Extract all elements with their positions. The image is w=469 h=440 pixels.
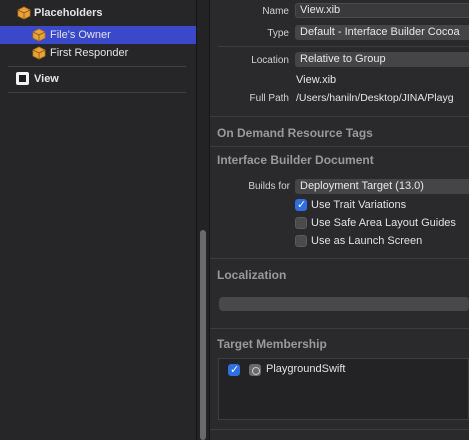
builds-for-label: Builds for [248, 181, 290, 192]
view-label: View [34, 73, 59, 85]
target-playgroundswift-checkbox[interactable] [228, 363, 240, 376]
files-owner-label: File's Owner [50, 29, 111, 41]
use-safe-area-checkbox[interactable] [295, 217, 307, 229]
launch-screen-label: Use as Launch Screen [311, 235, 423, 247]
outline-item-view[interactable]: View [0, 70, 196, 88]
separator [218, 46, 469, 47]
app-target-icon [249, 364, 261, 376]
separator [210, 328, 469, 329]
target-membership-list: PlaygroundSwift [218, 358, 469, 420]
separator [210, 116, 469, 117]
full-path-label: Full Path [249, 93, 289, 104]
type-label: Type [267, 28, 289, 39]
location-popup[interactable]: Relative to Group [295, 52, 469, 67]
target-name: PlaygroundSwift [266, 363, 346, 375]
separator [210, 429, 469, 430]
cube-icon [32, 28, 46, 42]
view-icon [16, 72, 29, 85]
full-path-value: /Users/haniln/Desktop/JINA/Playg [296, 92, 454, 104]
first-responder-label: First Responder [50, 47, 129, 59]
outline-item-placeholders[interactable]: Placeholders [0, 4, 196, 22]
scrollbar-thumb[interactable] [200, 230, 206, 440]
placeholders-label: Placeholders [34, 7, 103, 19]
ib-document-section-title[interactable]: Interface Builder Document [217, 153, 374, 167]
document-outline: Placeholders File's Owner First Responde… [0, 0, 196, 440]
separator [210, 146, 469, 147]
launch-screen-checkbox[interactable] [295, 235, 307, 247]
cube-icon [17, 6, 31, 20]
location-file-name: View.xib [296, 74, 337, 86]
cube-icon [32, 46, 46, 60]
outline-divider [8, 92, 186, 93]
separator [210, 258, 469, 259]
use-trait-variations-checkbox[interactable] [295, 198, 307, 211]
outline-item-first-responder[interactable]: First Responder [0, 44, 196, 62]
localization-bar [219, 297, 469, 311]
on-demand-section-title[interactable]: On Demand Resource Tags [217, 126, 373, 140]
name-field[interactable]: View.xib [295, 3, 469, 18]
type-popup[interactable]: Default - Interface Builder Cocoa [295, 25, 469, 40]
outline-divider [8, 66, 186, 67]
name-label: Name [262, 6, 289, 17]
use-trait-variations-label: Use Trait Variations [311, 199, 407, 211]
builds-for-popup[interactable]: Deployment Target (13.0) [295, 179, 469, 194]
outline-item-files-owner[interactable]: File's Owner [0, 26, 196, 44]
location-label: Location [251, 55, 289, 66]
target-membership-section-title[interactable]: Target Membership [217, 337, 327, 351]
use-safe-area-label: Use Safe Area Layout Guides [311, 217, 456, 229]
file-inspector: Name View.xib Type Default - Interface B… [210, 0, 469, 440]
localization-section-title[interactable]: Localization [217, 268, 286, 282]
